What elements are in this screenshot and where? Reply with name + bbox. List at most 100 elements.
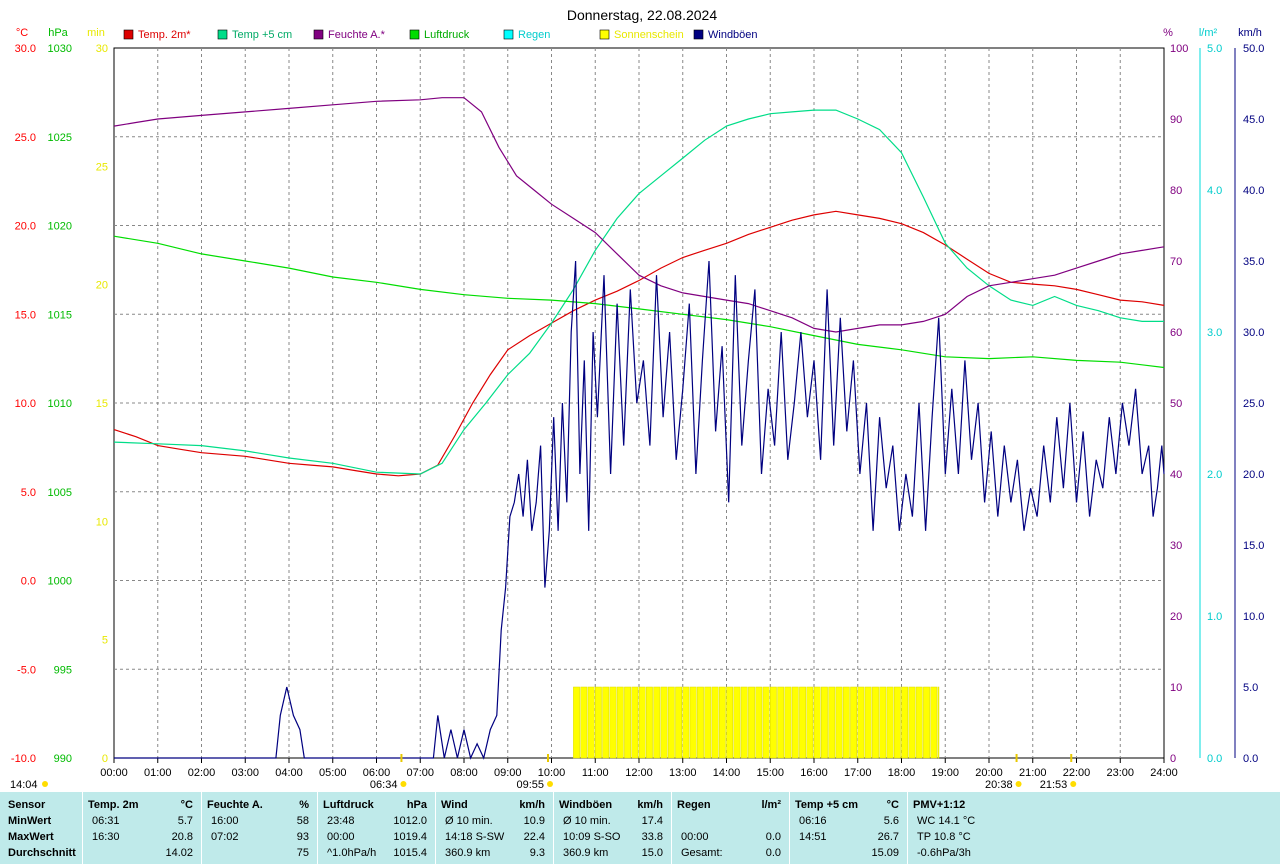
rain-tick-label: 1.0 <box>1207 611 1222 623</box>
wind-tick-label: 20.0 <box>1243 469 1264 481</box>
summary-column-unit: hPa <box>406 799 427 811</box>
sunshine-bar <box>624 686 631 759</box>
sun-marker-icon <box>547 781 553 787</box>
summary-cell-value: 5.6 <box>883 815 899 827</box>
summary-column-header: PMV+1:12 <box>913 799 966 811</box>
x-tick-label: 10:00 <box>538 767 566 779</box>
legend-swatch <box>599 29 610 40</box>
pressure-tick-label: 990 <box>54 753 72 765</box>
legend-label: Sonnenschein <box>614 29 684 41</box>
summary-table: Sensor MinWert MaxWert Durchschnitt Temp. 2m… <box>0 792 1280 864</box>
sunshine-bar <box>595 686 602 759</box>
sun_min-tick-label: 10 <box>96 516 108 528</box>
summary-cell-value: 14.02 <box>165 847 193 859</box>
pressure-tick-label: 1005 <box>48 487 72 499</box>
sun-marker-icon <box>1015 781 1022 787</box>
legend-swatch <box>217 29 228 40</box>
summary-column-unit: °C <box>180 799 193 811</box>
legend-label: Temp. 2m* <box>138 29 191 41</box>
summary-cell-value: 0.0 <box>765 847 781 859</box>
sunshine-bar <box>784 686 792 759</box>
legend-swatch <box>409 29 420 40</box>
summary-cell-value: 22.4 <box>523 831 545 843</box>
sunshine-bar <box>886 686 894 759</box>
sunshine-bar <box>835 686 843 759</box>
wind-tick-label: 35.0 <box>1243 256 1264 268</box>
pressure-tick-label: 1030 <box>48 43 72 55</box>
sunshine-bar <box>901 686 909 759</box>
summary-cell-value: 5.7 <box>177 815 193 827</box>
summary-cell-value: 33.8 <box>641 831 663 843</box>
pressure-tick-label: 1015 <box>48 309 72 321</box>
sunshine-bar <box>587 686 595 759</box>
sun_min-tick-label: 20 <box>96 280 108 292</box>
pressure-tick-label: 1010 <box>48 398 72 410</box>
humidity-axis-unit: % <box>1163 27 1173 39</box>
rain-tick-label: 0.0 <box>1207 753 1222 765</box>
sunshine-bar <box>755 686 763 759</box>
chart-title: Donnerstag, 22.08.2024 <box>567 7 717 23</box>
sunshine-bar <box>740 686 748 759</box>
x-tick-label: 12:00 <box>625 767 653 779</box>
sun_min-tick-label: 25 <box>96 161 108 173</box>
pressure-tick-label: 1020 <box>48 221 72 233</box>
sun_min-tick-label: 15 <box>96 398 108 410</box>
summary-column-divider <box>789 792 790 864</box>
sunshine-bar <box>923 686 930 759</box>
sunshine-bar <box>791 686 799 759</box>
sunshine-bar <box>638 686 646 759</box>
sunshine-bar <box>704 686 712 759</box>
summary-column-divider <box>317 792 318 864</box>
legend-swatch <box>693 29 704 40</box>
sunshine-bar <box>660 686 668 759</box>
sunshine-bar <box>908 686 916 759</box>
summary-column-divider <box>201 792 202 864</box>
x-tick-label: 06:00 <box>363 767 391 779</box>
sunshine-bar <box>682 686 690 759</box>
wind-tick-label: 0.0 <box>1243 753 1258 765</box>
wind-tick-label: 25.0 <box>1243 398 1264 410</box>
summary-cell-value: 58 <box>296 815 309 827</box>
rain-tick-label: 2.0 <box>1207 469 1222 481</box>
sunshine-bar <box>653 686 661 759</box>
legend-label: Windböen <box>708 29 758 41</box>
summary-column-unit: l/m² <box>761 799 781 811</box>
sunshine-bar <box>872 686 879 759</box>
legend-swatch <box>123 29 134 40</box>
summary-cell-value: 9.3 <box>529 847 545 859</box>
time-marker-label: 21:53 <box>1040 779 1068 791</box>
pressure-tick-label: 995 <box>54 664 72 676</box>
time-marker-label: 20:38 <box>985 779 1013 791</box>
summary-column-divider <box>671 792 672 864</box>
summary-cell-value: 20.8 <box>171 831 193 843</box>
summary-column-divider <box>907 792 908 864</box>
rain-tick-label: 3.0 <box>1207 327 1222 339</box>
sunshine-bar <box>580 686 588 759</box>
sun_min-tick-label: 30 <box>96 43 108 55</box>
summary-cell-value: 17.4 <box>641 815 663 827</box>
x-tick-label: 04:00 <box>275 767 303 779</box>
humidity-tick-label: 30 <box>1170 540 1182 552</box>
x-tick-label: 08:00 <box>450 767 478 779</box>
sunshine-bar <box>711 686 719 759</box>
humidity-tick-label: 90 <box>1170 114 1182 126</box>
humidity-tick-label: 50 <box>1170 398 1182 410</box>
time-marker-label: 14:04 <box>10 779 38 791</box>
summary-cell-value: 26.7 <box>877 831 899 843</box>
wind-tick-label: 30.0 <box>1243 327 1264 339</box>
time-marker-label: 09:55 <box>516 779 544 791</box>
wind-tick-label: 45.0 <box>1243 114 1264 126</box>
humidity-tick-label: 70 <box>1170 256 1182 268</box>
rain-axis-unit: l/m² <box>1199 27 1218 39</box>
sunshine-bar <box>667 686 675 759</box>
x-tick-label: 22:00 <box>1063 767 1091 779</box>
sun_min-tick-label: 5 <box>102 635 108 647</box>
series-windböen <box>114 260 1165 760</box>
sun-marker-icon <box>1070 781 1077 787</box>
summary-column-unit: °C <box>886 799 899 811</box>
sun_min-tick-label: 0 <box>102 753 108 765</box>
x-tick-label: 20:00 <box>975 767 1003 779</box>
humidity-tick-label: 0 <box>1170 753 1176 765</box>
temp-tick-label: 25.0 <box>15 132 36 144</box>
x-tick-label: 05:00 <box>319 767 347 779</box>
